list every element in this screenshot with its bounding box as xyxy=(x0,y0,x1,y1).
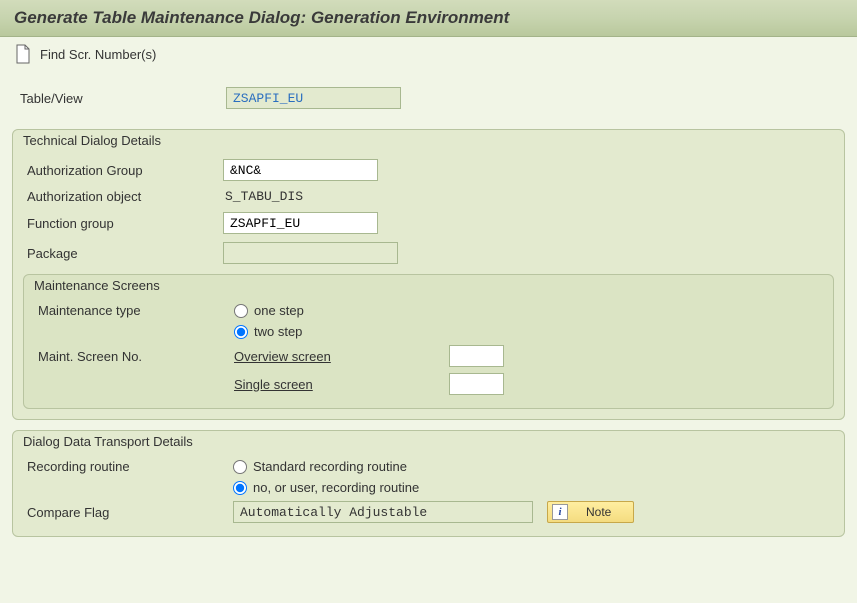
no-user-recording-label: no, or user, recording routine xyxy=(253,480,419,495)
recording-routine-label: Recording routine xyxy=(23,459,233,474)
technical-legend: Technical Dialog Details xyxy=(23,129,834,154)
compare-flag-field[interactable] xyxy=(233,501,533,523)
one-step-label: one step xyxy=(254,303,304,318)
maint-screen-no-label: Maint. Screen No. xyxy=(34,349,234,364)
transport-legend: Dialog Data Transport Details xyxy=(23,430,834,455)
maintenance-screens-group: Maintenance Screens Maintenance type one… xyxy=(23,274,834,409)
auth-object-label: Authorization object xyxy=(23,189,223,204)
compare-flag-label: Compare Flag xyxy=(23,505,233,520)
two-step-radio[interactable] xyxy=(234,325,248,339)
toolbar: Find Scr. Number(s) xyxy=(0,37,857,75)
note-button[interactable]: i Note xyxy=(547,501,634,523)
info-icon: i xyxy=(552,504,568,520)
note-button-label: Note xyxy=(570,505,629,519)
auth-object-value: S_TABU_DIS xyxy=(223,189,303,204)
table-view-label: Table/View xyxy=(16,91,226,106)
one-step-radio[interactable] xyxy=(234,304,248,318)
no-user-recording-radio[interactable] xyxy=(233,481,247,495)
overview-screen-label: Overview screen xyxy=(234,349,449,364)
standard-recording-radio[interactable] xyxy=(233,460,247,474)
table-view-field[interactable] xyxy=(226,87,401,109)
func-group-label: Function group xyxy=(23,216,223,231)
page-title: Generate Table Maintenance Dialog: Gener… xyxy=(0,0,857,37)
maint-screens-legend: Maintenance Screens xyxy=(34,274,823,299)
package-field[interactable] xyxy=(223,242,398,264)
package-label: Package xyxy=(23,246,223,261)
overview-screen-field[interactable] xyxy=(449,345,504,367)
func-group-field[interactable] xyxy=(223,212,378,234)
auth-group-label: Authorization Group xyxy=(23,163,223,178)
maint-type-label: Maintenance type xyxy=(34,303,234,318)
single-screen-field[interactable] xyxy=(449,373,504,395)
standard-recording-label: Standard recording routine xyxy=(253,459,407,474)
technical-dialog-details-group: Technical Dialog Details Authorization G… xyxy=(12,129,845,420)
two-step-label: two step xyxy=(254,324,302,339)
find-scr-numbers-button[interactable]: Find Scr. Number(s) xyxy=(40,47,156,62)
dialog-data-transport-group: Dialog Data Transport Details Recording … xyxy=(12,430,845,537)
auth-group-field[interactable] xyxy=(223,159,378,181)
document-icon[interactable] xyxy=(14,43,32,65)
single-screen-label: Single screen xyxy=(234,377,449,392)
